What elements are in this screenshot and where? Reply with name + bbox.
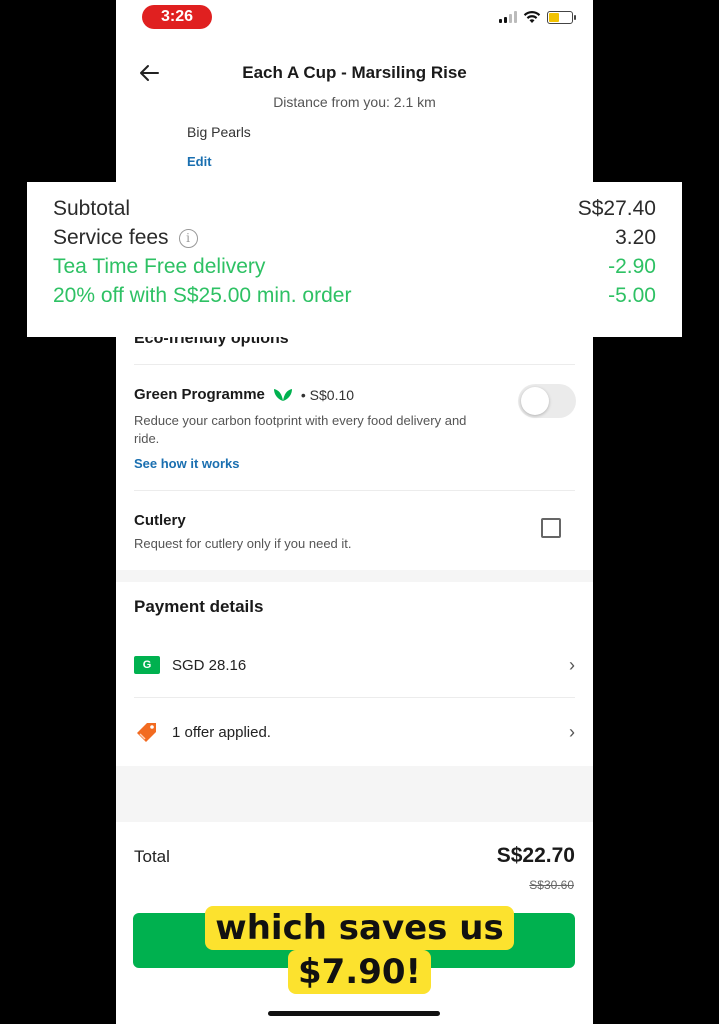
payment-method-label: SGD 28.16 <box>172 656 247 674</box>
green-programme-description: Reduce your carbon footprint with every … <box>134 413 467 446</box>
discount-row: 20% off with S$25.00 min. order -5.00 <box>53 281 656 310</box>
info-icon[interactable]: i <box>178 228 198 248</box>
service-fees-row: Service fees i 3.20 <box>53 223 656 252</box>
delivery-promo-value: -2.90 <box>608 254 656 278</box>
leaf-icon <box>273 388 292 401</box>
caption-text-2: $7.90! <box>287 950 432 994</box>
total-value: S$22.70 <box>496 844 575 867</box>
cart-item-name: Big Pearls <box>187 124 251 140</box>
cutlery-checkbox[interactable] <box>541 518 561 538</box>
payment-method-row[interactable]: G SGD 28.16 › <box>134 645 575 685</box>
section-separator <box>116 766 593 822</box>
caption-line-2: $7.90! <box>0 950 719 994</box>
home-indicator <box>268 1011 440 1016</box>
original-total-value: S$30.60 <box>529 878 574 892</box>
green-programme-price: • S$0.10 <box>300 386 355 403</box>
delivery-promo-row: Tea Time Free delivery -2.90 <box>53 252 656 281</box>
green-programme-toggle[interactable] <box>518 384 576 418</box>
service-fees-value: 3.20 <box>615 225 656 249</box>
price-breakdown-overlay: Subtotal S$27.40 Service fees i 3.20 Tea … <box>27 182 682 337</box>
subtotal-value: S$27.40 <box>577 196 656 220</box>
grabpay-icon: G <box>134 656 160 674</box>
subtotal-row: Subtotal S$27.40 <box>53 194 656 223</box>
see-how-it-works-link[interactable]: See how it works <box>134 456 239 471</box>
wifi-icon <box>523 11 541 23</box>
divider <box>134 490 575 491</box>
signal-icon <box>499 11 517 23</box>
subtotal-label: Subtotal <box>53 196 131 220</box>
service-fees-label: Service fees <box>53 225 169 249</box>
green-programme-title: Green Programme • S$0.10 <box>134 386 354 403</box>
divider <box>134 697 575 698</box>
chevron-right-icon: › <box>569 655 575 675</box>
phone-screen: 3:26 Each A Cup - Marsiling Rise Distanc… <box>116 0 593 1024</box>
status-icons <box>499 10 576 24</box>
cutlery-title: Cutlery <box>134 512 186 529</box>
cutlery-description: Request for cutlery only if you need it. <box>134 536 352 551</box>
battery-icon <box>547 10 576 24</box>
chevron-right-icon: › <box>569 722 575 742</box>
delivery-promo-label: Tea Time Free delivery <box>53 254 266 278</box>
offer-tag-icon <box>137 723 156 742</box>
toggle-knob <box>521 387 549 415</box>
edit-item-link[interactable]: Edit <box>187 154 212 169</box>
total-label: Total <box>134 847 170 866</box>
discount-label: 20% off with S$25.00 min. order <box>53 283 352 307</box>
green-programme-label: Green Programme <box>134 386 265 403</box>
caption-text-1: which saves us <box>205 906 514 950</box>
offers-row[interactable]: 1 offer applied. › <box>134 712 575 752</box>
payment-details-heading: Payment details <box>134 597 264 616</box>
divider <box>134 364 575 365</box>
caption-line-1: which saves us <box>0 906 719 950</box>
page-title: Each A Cup - Marsiling Rise <box>242 63 467 82</box>
distance-text: Distance from you: 2.1 km <box>273 94 436 110</box>
status-time: 3:26 <box>142 5 212 29</box>
discount-value: -5.00 <box>608 283 656 307</box>
section-separator <box>116 570 593 582</box>
offers-label: 1 offer applied. <box>172 723 271 741</box>
